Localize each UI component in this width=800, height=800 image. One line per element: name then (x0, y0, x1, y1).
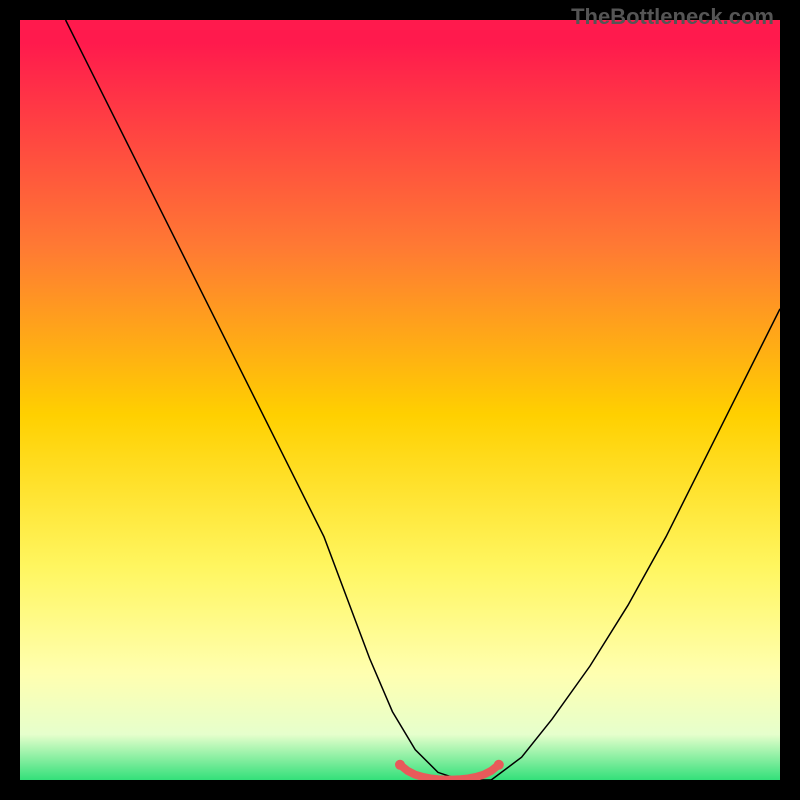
valley-endpoint (494, 760, 504, 770)
gradient-background (20, 20, 780, 780)
watermark-text: TheBottleneck.com (571, 4, 774, 30)
chart-container: TheBottleneck.com (0, 0, 800, 800)
plot-area (20, 20, 780, 780)
valley-endpoint (395, 760, 405, 770)
chart-svg (20, 20, 780, 780)
